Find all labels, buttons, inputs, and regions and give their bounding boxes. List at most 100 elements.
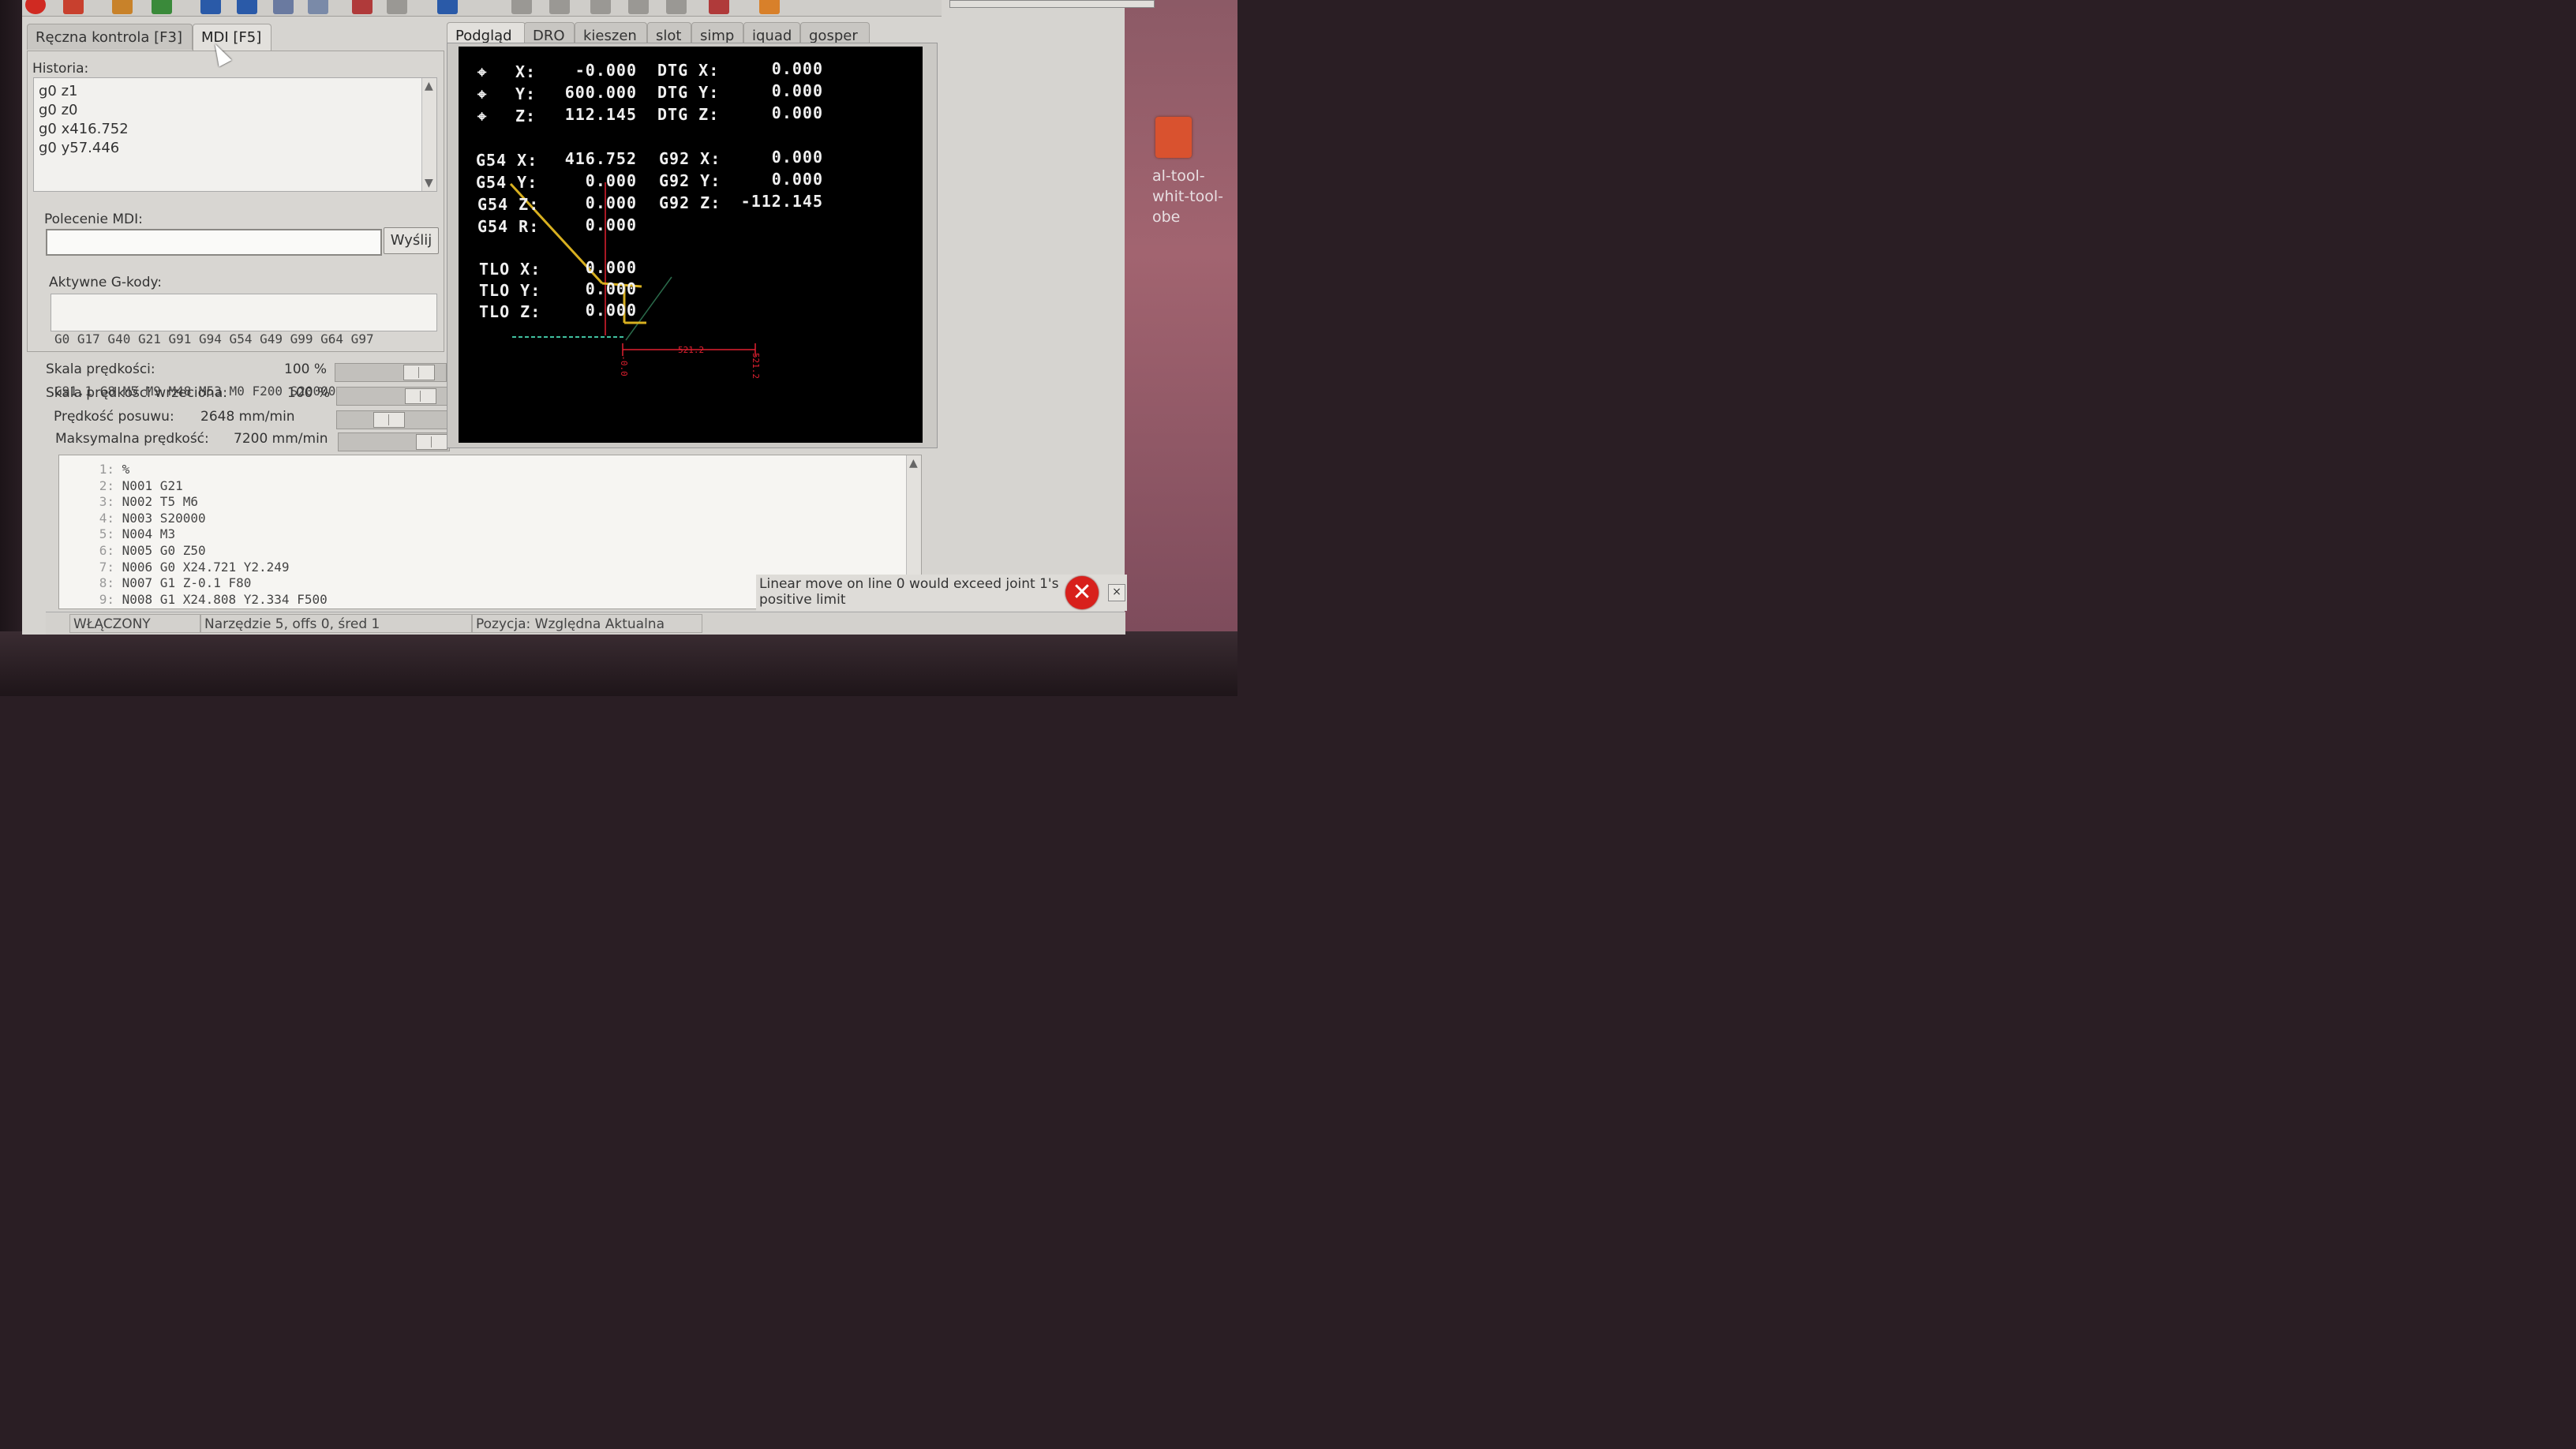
machine-state: WŁĄCZONY (69, 614, 200, 633)
slider-thumb[interactable] (373, 412, 405, 428)
program-line[interactable]: 1: % (59, 462, 921, 478)
program-line[interactable]: 4: N003 S20000 (59, 511, 921, 527)
estop-icon[interactable] (25, 0, 46, 14)
history-scrollbar[interactable]: ▲ ▼ (421, 78, 436, 191)
program-line[interactable]: 3: N002 T5 M6 (59, 494, 921, 511)
slider-label: Skala prędkości: (46, 361, 155, 377)
dro-g54-y: 0.000 (585, 171, 637, 190)
jog-speed-row: Prędkość posuwu: 2648 mm/min (46, 409, 456, 429)
history-item[interactable]: g0 y57.446 (34, 140, 436, 159)
dro-label: G92 X: (659, 149, 721, 168)
zoom-in-icon[interactable] (437, 0, 458, 14)
dro-label: X: (515, 62, 537, 81)
close-icon[interactable]: × (1108, 584, 1125, 601)
stop-icon[interactable] (308, 0, 328, 14)
program-line[interactable]: 2: N001 G21 (59, 478, 921, 495)
slider-value: 2648 mm/min (200, 409, 295, 425)
pause-icon[interactable] (273, 0, 294, 14)
spindle-override-slider[interactable] (336, 387, 448, 406)
program-line[interactable]: 7: N006 G0 X24.721 Y2.249 (59, 560, 921, 576)
dro-g92-y: 0.000 (771, 170, 823, 189)
preview-panel: ⌖ ⌖ ⌖ X: -0.000 Y: 600.000 Z: 112.145 DT… (447, 43, 938, 448)
dro-dtg-z: 0.000 (771, 103, 823, 122)
program-line[interactable]: 5: N004 M3 (59, 526, 921, 543)
position-mode: Pozycja: Względna Aktualna (472, 614, 702, 633)
preview-canvas[interactable]: ⌖ ⌖ ⌖ X: -0.000 Y: 600.000 Z: 112.145 DT… (459, 47, 923, 443)
block-delete-icon[interactable] (352, 0, 373, 14)
dro-label: DTG Y: (657, 83, 720, 102)
step-icon[interactable] (237, 0, 257, 14)
dimension-label: -0.0 (618, 355, 629, 376)
dro-tlo-x: 0.000 (585, 258, 637, 277)
view-p-icon[interactable] (666, 0, 687, 14)
jog-speed-slider[interactable] (336, 410, 448, 429)
scroll-down-icon[interactable]: ▼ (425, 177, 433, 189)
dro-label: G54 R: (477, 217, 540, 236)
dimension-label: 521.2 (751, 352, 762, 380)
optional-stop-icon[interactable] (387, 0, 407, 14)
error-notification: Linear move on line 0 would exceed joint… (756, 575, 1127, 611)
dro-label: G54 Z: (477, 195, 540, 214)
dro-z-value: 112.145 (564, 105, 637, 124)
rotate-icon[interactable] (709, 0, 729, 14)
run-icon[interactable] (200, 0, 221, 14)
slider-thumb[interactable] (416, 434, 447, 450)
active-gcodes-line: G0 G17 G40 G21 G91 G94 G54 G49 G99 G64 G… (54, 331, 374, 346)
dro-dtg-y: 0.000 (771, 81, 823, 100)
slider-label: Skala prędkości wrzeciona: (46, 385, 227, 401)
toolbar-right-box (949, 0, 1155, 8)
send-button[interactable]: Wyślij (384, 227, 439, 254)
scroll-up-icon[interactable]: ▲ (909, 457, 918, 470)
tab-manual-control[interactable]: Ręczna kontrola [F3] (27, 24, 193, 50)
folder-icon[interactable] (1155, 117, 1192, 158)
dro-label: TLO Z: (479, 302, 541, 321)
spindle-override-row: Skala prędkości wrzeciona: 100 % (46, 385, 456, 406)
slider-label: Prędkość posuwu: (54, 409, 174, 425)
slider-value: 7200 mm/min (234, 431, 328, 447)
dro-label: DTG X: (657, 61, 720, 80)
slider-thumb[interactable] (405, 388, 436, 404)
dro-tlo-y: 0.000 (585, 279, 637, 298)
feed-override-row: Skala prędkości: 100 % (46, 361, 456, 382)
mdi-command-label: Polecenie MDI: (44, 212, 143, 227)
linuxcnc-window: Ręczna kontrola [F3] MDI [F5] Historia: … (22, 0, 1155, 635)
program-line[interactable]: 6: N005 G0 Z50 (59, 543, 921, 560)
desktop-wallpaper (1125, 0, 1237, 631)
history-label: Historia: (32, 61, 89, 77)
max-velocity-row: Maksymalna prędkość: 7200 mm/min (46, 431, 456, 451)
slider-thumb[interactable] (403, 365, 435, 380)
dro-label: Z: (515, 107, 537, 125)
history-item[interactable]: g0 z1 (34, 83, 436, 102)
mdi-command-input[interactable] (46, 229, 382, 256)
desktop-icon-label[interactable]: al-tool- whit-tool- obe (1152, 166, 1239, 227)
origin-icon: ⌖ (477, 107, 488, 125)
dro-g54-x: 416.752 (564, 149, 637, 168)
view-z-icon[interactable] (511, 0, 532, 14)
power-icon[interactable] (63, 0, 84, 14)
view-x-icon[interactable] (590, 0, 611, 14)
history-item[interactable]: g0 z0 (34, 102, 436, 121)
scroll-up-icon[interactable]: ▲ (425, 80, 433, 92)
dimension-label: 521.2 (678, 345, 705, 355)
dro-g54-z: 0.000 (585, 193, 637, 212)
dro-x-value: -0.000 (575, 61, 637, 80)
tab-mdi[interactable]: MDI [F5] (193, 24, 271, 51)
error-icon: ✕ (1065, 576, 1099, 609)
reload-icon[interactable] (152, 0, 172, 14)
max-velocity-slider[interactable] (338, 432, 450, 451)
clear-plot-icon[interactable] (759, 0, 780, 14)
history-list[interactable]: g0 z1 g0 z0 g0 x416.752 g0 y57.446 ▲ ▼ (33, 77, 437, 192)
slider-value: 100 % (287, 385, 331, 401)
error-message: Linear move on line 0 would exceed joint… (759, 576, 1059, 608)
dro-label: Y: (515, 84, 537, 103)
open-file-icon[interactable] (112, 0, 133, 14)
feed-override-slider[interactable] (335, 363, 447, 382)
slider-value: 100 % (284, 361, 328, 377)
view-y-icon[interactable] (628, 0, 649, 14)
dro-tlo-z: 0.000 (585, 301, 637, 320)
toolbar (22, 0, 942, 17)
view-z2-icon[interactable] (549, 0, 570, 14)
history-item[interactable]: g0 x416.752 (34, 121, 436, 140)
tool-info: Narzędzie 5, offs 0, śred 1 (200, 614, 472, 633)
dro-label: G54 Y: (476, 173, 538, 192)
